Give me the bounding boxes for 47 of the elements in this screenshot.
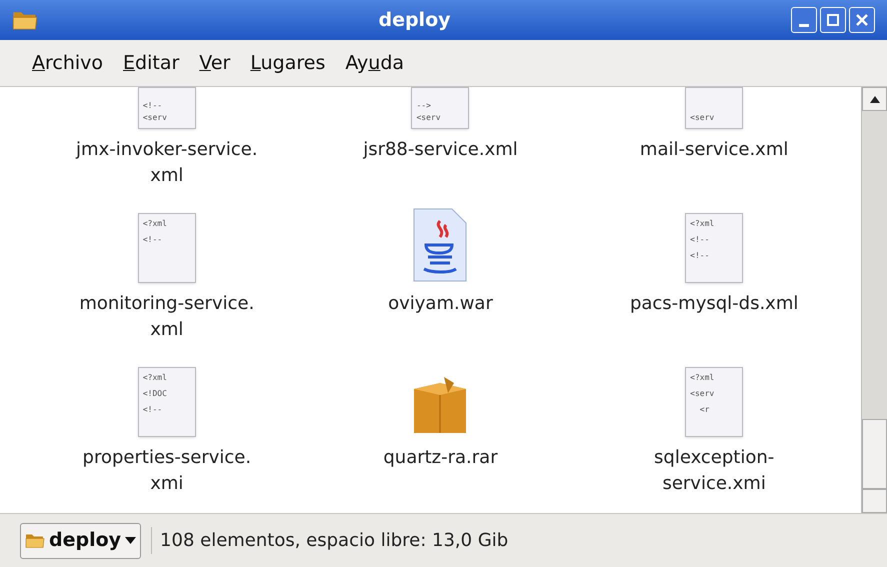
code-preview-text: <!DOC xyxy=(142,388,168,400)
close-icon xyxy=(855,13,869,27)
code-preview-text: <!-- xyxy=(142,100,164,112)
file-name[interactable]: jsr88-service.xml xyxy=(363,137,518,163)
code-preview-text: <?xml xyxy=(690,372,716,384)
code-preview-text: <serv xyxy=(690,112,716,124)
file-name[interactable]: mail-service.xml xyxy=(640,137,788,163)
code-preview-text: <!-- xyxy=(690,234,710,246)
location-button[interactable]: deploy xyxy=(20,522,142,558)
file-name[interactable]: quartz-ra.rar xyxy=(383,445,498,471)
code-preview-text: <serv xyxy=(416,112,442,124)
maximize-icon xyxy=(826,13,840,27)
minimize-button[interactable] xyxy=(791,7,817,33)
file-name[interactable]: jmx-invoker-service. xml xyxy=(76,137,258,189)
status-text: 108 elementos, espacio libre: 13,0 Gib xyxy=(151,527,508,554)
code-preview-text: <serv xyxy=(142,112,168,124)
code-preview-text: <?xml xyxy=(142,218,168,230)
file-name[interactable]: properties-service. xmi xyxy=(82,445,252,497)
code-preview-text: --> xyxy=(416,100,432,112)
caret-icon xyxy=(125,537,136,544)
menu-item[interactable]: Ver xyxy=(199,48,230,78)
file-name[interactable]: monitoring-service. xml xyxy=(79,291,254,343)
menu-item[interactable]: Archivo xyxy=(32,48,104,78)
close-button[interactable] xyxy=(849,7,875,33)
code-preview-text: <!-- xyxy=(690,250,710,262)
up-arrow-icon xyxy=(870,96,880,102)
code-preview-text: <r xyxy=(698,404,710,416)
code-preview-text: <!-- xyxy=(142,234,164,246)
scrollbar[interactable] xyxy=(861,87,887,513)
location-label: deploy xyxy=(49,528,122,554)
maximize-button[interactable] xyxy=(820,7,846,33)
scroll-up-button[interactable] xyxy=(862,87,887,111)
code-preview-text: <serv xyxy=(690,388,716,400)
scroll-thumb[interactable] xyxy=(862,419,887,489)
menu-item[interactable]: Lugares xyxy=(250,48,326,78)
folder-icon xyxy=(12,9,38,31)
code-preview-text: <!-- xyxy=(142,404,164,416)
menu-item[interactable]: Editar xyxy=(123,48,180,78)
code-preview-text: <?xml xyxy=(690,218,716,230)
code-preview-text: <?xml xyxy=(142,372,168,384)
file-name[interactable]: sqlexception- service.xmi xyxy=(654,445,774,497)
file-name[interactable]: pacs-mysql-ds.xml xyxy=(630,291,798,317)
folder-icon xyxy=(25,532,45,549)
minimize-icon xyxy=(799,24,809,26)
menu-item[interactable]: Ayuda xyxy=(345,48,404,78)
window-title: deploy xyxy=(377,8,452,33)
file-name[interactable]: oviyam.war xyxy=(388,291,493,317)
